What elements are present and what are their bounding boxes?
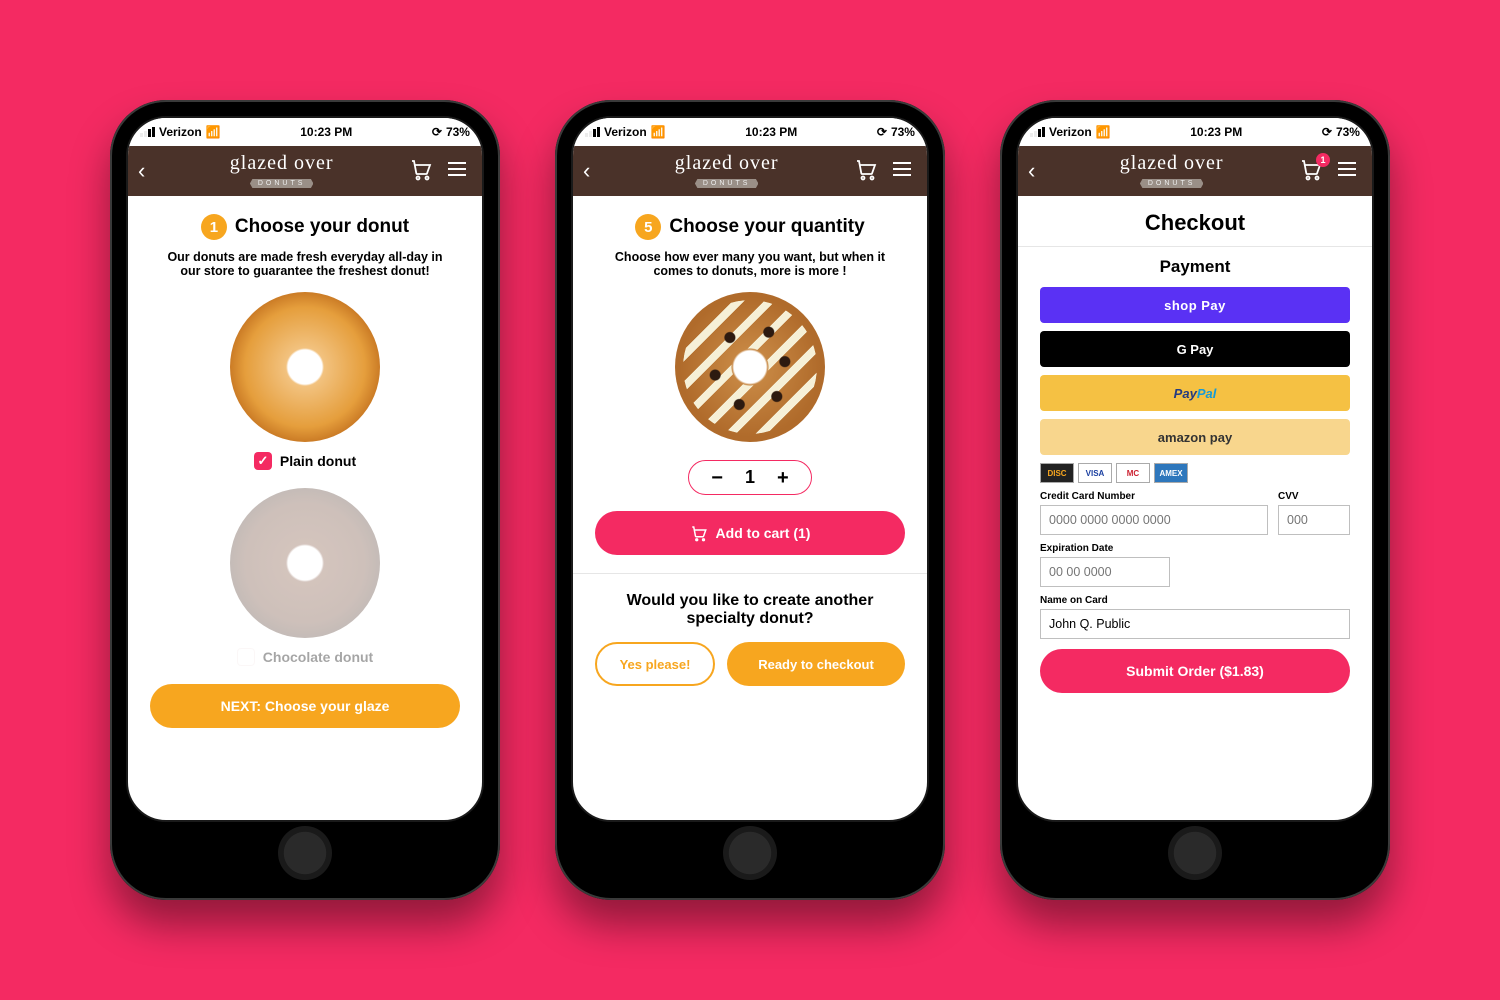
expiration-input[interactable] bbox=[1040, 557, 1170, 587]
qty-value: 1 bbox=[745, 467, 755, 488]
name-on-card-input[interactable] bbox=[1040, 609, 1350, 639]
next-button[interactable]: NEXT: Choose your glaze bbox=[150, 684, 460, 728]
cc-number-label: Credit Card Number bbox=[1040, 491, 1268, 502]
shop-pay-button[interactable]: shop Pay bbox=[1040, 287, 1350, 323]
another-prompt: Would you like to create another special… bbox=[595, 592, 905, 628]
step-subtext: Choose how ever many you want, but when … bbox=[601, 250, 899, 278]
cvv-input[interactable] bbox=[1278, 505, 1350, 535]
status-time: 10:23 PM bbox=[745, 125, 797, 139]
carrier: Verizon bbox=[159, 125, 202, 139]
step-subtext: Our donuts are made fresh everyday all-d… bbox=[156, 250, 454, 278]
signal-icon bbox=[585, 127, 600, 137]
brand-logo[interactable]: glazed over DONUTS bbox=[1043, 153, 1290, 189]
status-time: 10:23 PM bbox=[1190, 125, 1242, 139]
hamburger-icon[interactable] bbox=[442, 160, 472, 183]
phone-mockup-2: Verizon 📶 10:23 PM ⟳ 73% ‹ glazed over DO… bbox=[555, 100, 945, 900]
app-bar: ‹ glazed over DONUTS bbox=[128, 146, 482, 196]
phone-mockup-1: Verizon 📶 10:23 PM ⟳ 73% ‹ glazed over D… bbox=[110, 100, 500, 900]
step-title: Choose your donut bbox=[235, 216, 409, 238]
checkbox-chocolate[interactable] bbox=[237, 648, 255, 666]
battery-pct: 73% bbox=[1336, 125, 1360, 139]
cvv-label: CVV bbox=[1278, 491, 1350, 502]
option-chocolate-label: Chocolate donut bbox=[263, 649, 373, 665]
submit-order-button[interactable]: Submit Order ($1.83) bbox=[1040, 649, 1350, 693]
back-icon[interactable]: ‹ bbox=[138, 158, 145, 184]
back-icon[interactable]: ‹ bbox=[583, 158, 590, 184]
status-bar: Verizon 📶 10:23 PM ⟳ 73% bbox=[1018, 118, 1372, 146]
step-title: Choose your quantity bbox=[669, 216, 864, 238]
cart-badge: 1 bbox=[1316, 153, 1330, 167]
google-pay-button[interactable]: G Pay bbox=[1040, 331, 1350, 367]
wifi-icon: 📶 bbox=[206, 125, 221, 139]
cart-icon[interactable] bbox=[853, 157, 879, 186]
payment-heading: Payment bbox=[1040, 257, 1350, 277]
checkout-title: Checkout bbox=[1040, 210, 1350, 236]
step-number: 5 bbox=[635, 214, 661, 240]
wifi-icon: 📶 bbox=[651, 125, 666, 139]
status-time: 10:23 PM bbox=[300, 125, 352, 139]
signal-icon bbox=[1030, 127, 1045, 137]
cc-number-input[interactable] bbox=[1040, 505, 1268, 535]
app-bar: ‹ glazed over DONUTS 1 bbox=[1018, 146, 1372, 196]
card-amex-icon: AMEX bbox=[1154, 463, 1188, 483]
expiration-label: Expiration Date bbox=[1040, 543, 1350, 554]
brand-logo[interactable]: glazed over DONUTS bbox=[153, 153, 400, 189]
hamburger-icon[interactable] bbox=[887, 160, 917, 183]
app-bar: ‹ glazed over DONUTS bbox=[573, 146, 927, 196]
card-mastercard-icon: MC bbox=[1116, 463, 1150, 483]
divider bbox=[573, 573, 927, 574]
carrier: Verizon bbox=[1049, 125, 1092, 139]
checkbox-plain[interactable]: ✓ bbox=[254, 452, 272, 470]
add-to-cart-button[interactable]: Add to cart (1) bbox=[595, 511, 905, 555]
phone-mockup-3: Verizon 📶 10:23 PM ⟳ 73% ‹ glazed over DO… bbox=[1000, 100, 1390, 900]
rotation-lock-icon: ⟳ bbox=[432, 125, 442, 139]
amazon-pay-button[interactable]: amazon pay bbox=[1040, 419, 1350, 455]
ready-checkout-button[interactable]: Ready to checkout bbox=[727, 642, 905, 686]
yes-please-button[interactable]: Yes please! bbox=[595, 642, 715, 686]
option-plain-label: Plain donut bbox=[280, 453, 356, 469]
rotation-lock-icon: ⟳ bbox=[877, 125, 887, 139]
card-visa-icon: VISA bbox=[1078, 463, 1112, 483]
card-logos: DISC VISA MC AMEX bbox=[1040, 463, 1350, 483]
name-on-card-label: Name on Card bbox=[1040, 595, 1350, 606]
back-icon[interactable]: ‹ bbox=[1028, 158, 1035, 184]
signal-icon bbox=[140, 127, 155, 137]
status-bar: Verizon 📶 10:23 PM ⟳ 73% bbox=[573, 118, 927, 146]
cart-icon[interactable] bbox=[408, 157, 434, 186]
carrier: Verizon bbox=[604, 125, 647, 139]
status-bar: Verizon 📶 10:23 PM ⟳ 73% bbox=[128, 118, 482, 146]
donut-image-chocolate[interactable] bbox=[230, 488, 380, 638]
brand-logo[interactable]: glazed over DONUTS bbox=[598, 153, 845, 189]
qty-plus[interactable]: + bbox=[777, 468, 789, 488]
rotation-lock-icon: ⟳ bbox=[1322, 125, 1332, 139]
donut-image-plain[interactable] bbox=[230, 292, 380, 442]
battery-pct: 73% bbox=[446, 125, 470, 139]
paypal-button[interactable]: PayPal bbox=[1040, 375, 1350, 411]
divider bbox=[1018, 246, 1372, 247]
wifi-icon: 📶 bbox=[1096, 125, 1111, 139]
qty-minus[interactable]: − bbox=[711, 468, 723, 488]
step-number: 1 bbox=[201, 214, 227, 240]
card-discover-icon: DISC bbox=[1040, 463, 1074, 483]
donut-image-custom bbox=[675, 292, 825, 442]
quantity-stepper: − 1 + bbox=[688, 460, 811, 495]
hamburger-icon[interactable] bbox=[1332, 160, 1362, 183]
cart-icon[interactable]: 1 bbox=[1298, 157, 1324, 186]
battery-pct: 73% bbox=[891, 125, 915, 139]
